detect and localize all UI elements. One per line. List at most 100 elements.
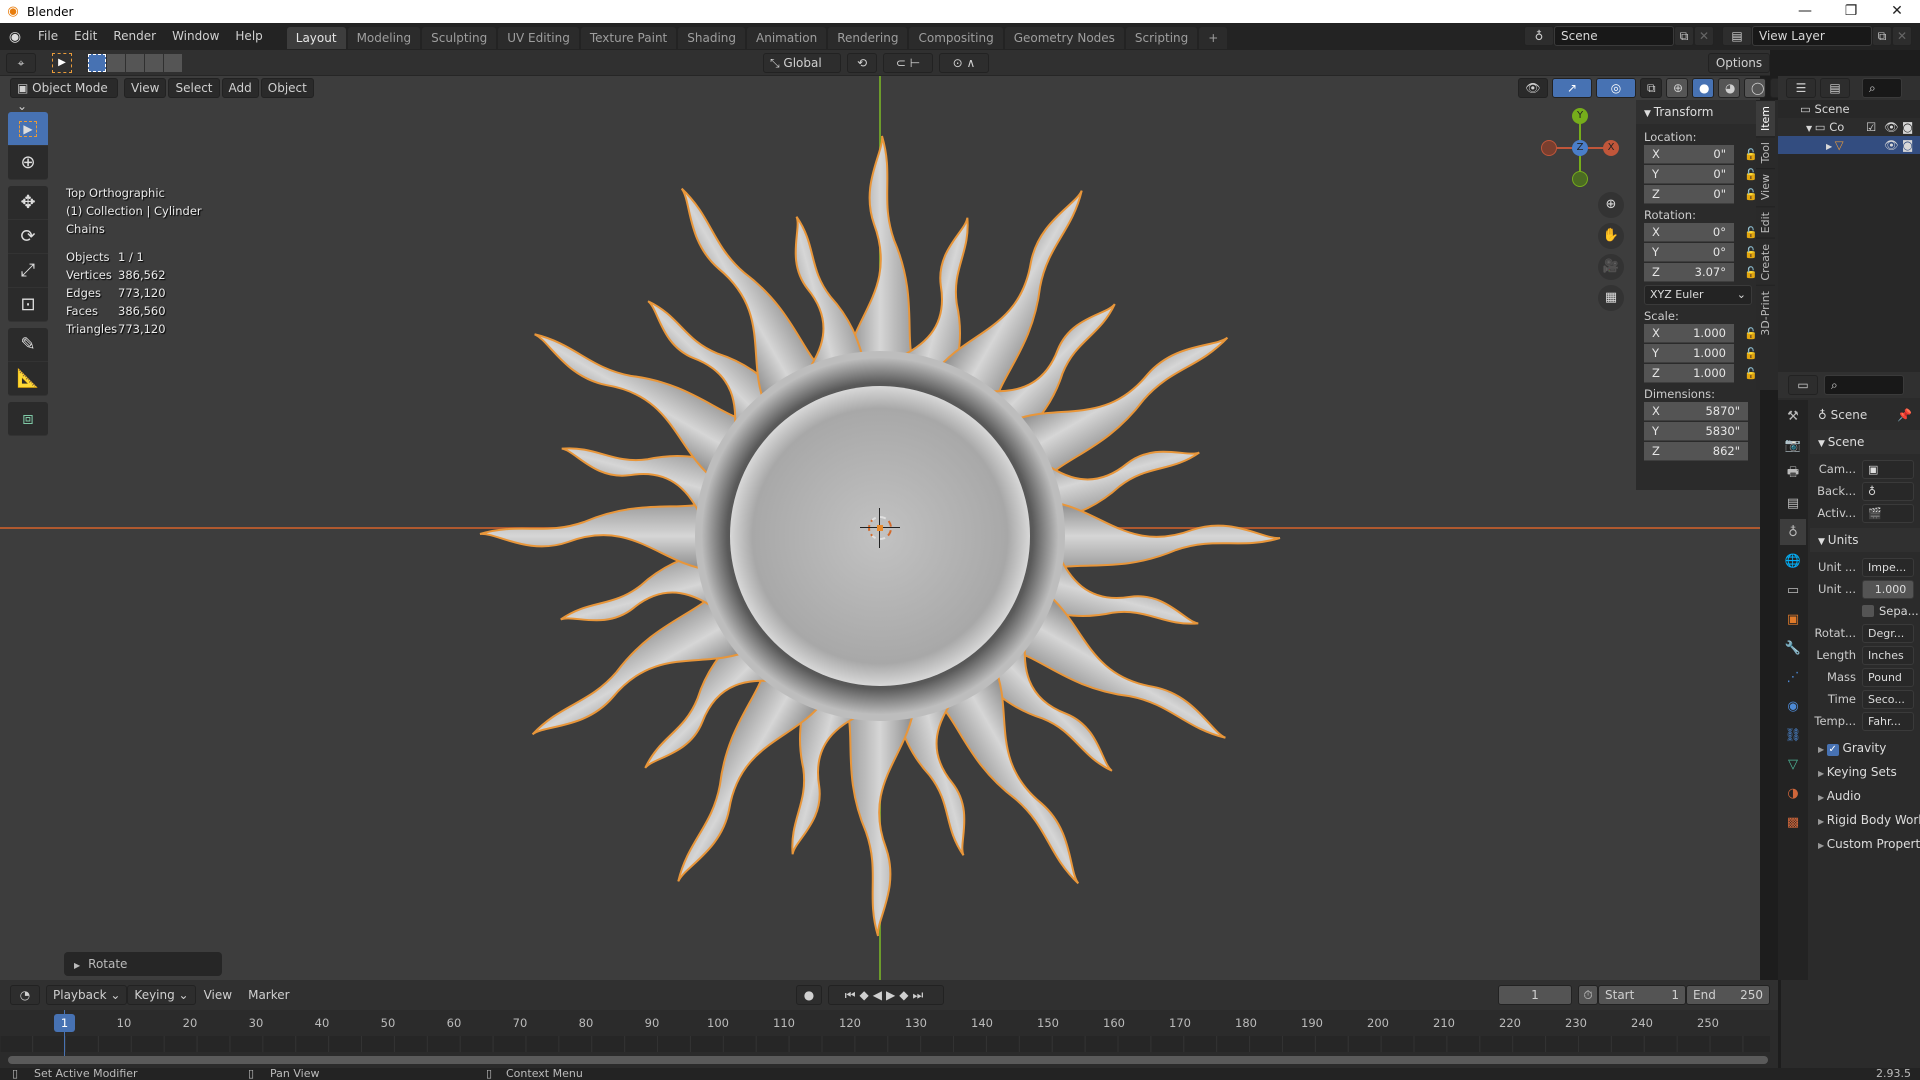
current-frame-field[interactable]: 1 (1498, 985, 1572, 1005)
last-operator-panel[interactable]: ▶ Rotate (64, 952, 222, 976)
add-cube-tool[interactable]: ⧈ (8, 402, 48, 436)
gravity-panel-header[interactable]: ▶ ✓ Gravity (1810, 736, 1920, 760)
modifier-tab-icon[interactable]: 🔧 (1780, 635, 1806, 661)
units-section-header[interactable]: ▼ Units (1810, 528, 1920, 552)
viewport-menu-object[interactable]: Object (260, 78, 314, 98)
workspace-tab-scripting[interactable]: Scripting (1125, 27, 1198, 49)
active-clip-field[interactable]: 🎬 (1862, 503, 1914, 523)
sidebar-tab-create[interactable]: Create (1756, 237, 1775, 286)
outliner-search-icon[interactable]: ⌕ (1862, 78, 1902, 98)
background-scene-field[interactable]: ♁ (1862, 481, 1914, 501)
view-layer-delete-icon[interactable]: ✕ (1892, 26, 1912, 46)
options-dropdown[interactable]: Options ⌄ (1708, 53, 1770, 88)
timeline-menu-view[interactable]: View (196, 985, 240, 1005)
location-y-field[interactable]: Y 0" (1644, 165, 1734, 184)
scene-section-header[interactable]: ▼ Scene (1810, 430, 1920, 454)
menu-file[interactable]: File (30, 23, 66, 50)
view-layer-duplicate-icon[interactable]: ⧉ (1872, 26, 1892, 46)
rotation-mode-dropdown[interactable]: XYZ Euler ⌄ (1644, 285, 1752, 305)
rotation-y-field[interactable]: Y 0° (1644, 243, 1734, 262)
gravity-checkbox[interactable]: ✓ (1826, 744, 1839, 756)
pan-hand-icon[interactable]: ✋ (1598, 223, 1624, 249)
select-box-tool[interactable]: ▶ (8, 112, 48, 146)
unit-system-dropdown[interactable]: Impe... (1862, 557, 1914, 577)
exclude-checkbox[interactable]: ☑ (1866, 118, 1876, 136)
navigation-gizmo[interactable]: Y X Z (1540, 108, 1620, 188)
scene-browse-icon[interactable]: ♁ (1524, 26, 1554, 46)
location-z-field[interactable]: Z 0" (1644, 185, 1734, 204)
select-mode-intersect-icon[interactable] (164, 54, 182, 72)
workspace-tab-sculpting[interactable]: Sculpting (422, 27, 497, 49)
visibility-eye-icon[interactable]: 👁 (1884, 118, 1899, 136)
rendered-shading-icon[interactable]: ◯ (1744, 78, 1766, 98)
gizmo-x-axis[interactable]: X (1603, 140, 1619, 156)
snap-toggle[interactable]: ⊂ ⊢ (883, 53, 933, 73)
gizmo-toggle-icon[interactable]: ↗ (1552, 78, 1592, 98)
render-tab-icon[interactable]: 📷 (1780, 432, 1806, 458)
select-box-tool-icon[interactable]: ▶ (52, 53, 72, 73)
viewport-menu-select[interactable]: Select (168, 78, 220, 98)
workspace-tab-animation[interactable]: Animation (747, 27, 827, 49)
properties-editor-type-icon[interactable]: ▭ (1788, 375, 1818, 395)
rotation-z-field[interactable]: Z 3.07° (1644, 263, 1734, 282)
scale-z-field[interactable]: Z 1.000 (1644, 364, 1734, 383)
scale-x-field[interactable]: X 1.000 (1644, 324, 1734, 343)
temperature-units-dropdown[interactable]: Fahr... (1862, 711, 1914, 731)
move-tool[interactable]: ✥ (8, 186, 48, 220)
measure-tool[interactable]: 📐 (8, 362, 48, 396)
workspace-tab-compositing[interactable]: Compositing (909, 27, 1003, 49)
close-button[interactable]: ✕ (1874, 0, 1920, 23)
timeline-menu-marker[interactable]: Marker (240, 985, 297, 1005)
zoom-icon[interactable]: ⊕ (1598, 192, 1624, 218)
editor-type-icon[interactable]: ⌖ (6, 53, 36, 73)
3d-viewport[interactable]: ▶ ⊕ ✥ ⟳ ⤢ ⊡ ✎ 📐 ⧈ Top Orthographic (1) C… (0, 76, 1760, 980)
timeline-scrollbar[interactable] (8, 1056, 1768, 1064)
next-keyframe-icon[interactable]: ◆ (899, 988, 912, 1002)
3d-cursor-icon[interactable] (860, 508, 900, 548)
transform-tool[interactable]: ⊡ (8, 288, 48, 322)
scene-name-field[interactable]: Scene (1554, 26, 1674, 46)
cursor-tool[interactable]: ⊕ (8, 146, 48, 180)
sidebar-tab-edit[interactable]: Edit (1756, 205, 1775, 238)
location-x-field[interactable]: X 0" (1644, 145, 1734, 164)
minimize-button[interactable]: — (1782, 0, 1828, 23)
play-reverse-icon[interactable]: ◀ (873, 988, 886, 1002)
pivot-point-dropdown[interactable]: ⟲ (847, 53, 877, 73)
annotate-tool[interactable]: ✎ (8, 328, 48, 362)
scale-y-field[interactable]: Y 1.000 (1644, 344, 1734, 363)
pin-icon[interactable]: 📌 (1897, 400, 1920, 430)
output-tab-icon[interactable]: 🖶 (1780, 461, 1806, 487)
orthographic-grid-icon[interactable]: ▦ (1598, 285, 1624, 311)
scene-tab-icon[interactable]: ♁ (1780, 519, 1806, 545)
time-units-dropdown[interactable]: Seco... (1862, 689, 1914, 709)
select-mode-invert-icon[interactable] (145, 54, 163, 72)
rotation-units-dropdown[interactable]: Degr... (1862, 623, 1914, 643)
play-icon[interactable]: ▶ (886, 988, 899, 1002)
rigid-body-world-panel-header[interactable]: ▶ Rigid Body Worl (1810, 808, 1920, 832)
solid-shading-icon[interactable]: ● (1692, 78, 1714, 98)
audio-panel-header[interactable]: ▶ Audio (1810, 784, 1920, 808)
material-shading-icon[interactable]: ◕ (1718, 78, 1740, 98)
restore-button[interactable]: ❐ (1828, 0, 1874, 23)
blender-menu-icon[interactable]: ◉ (0, 29, 30, 45)
use-preview-range-icon[interactable]: ⏱ (1578, 985, 1598, 1005)
xray-toggle-icon[interactable]: ⧉ (1640, 78, 1662, 98)
overlays-toggle-icon[interactable]: ◎ (1596, 78, 1636, 98)
gizmo-y-axis[interactable]: Y (1572, 108, 1588, 124)
length-units-dropdown[interactable]: Inches (1862, 645, 1914, 665)
gizmo-neg-x-axis[interactable] (1541, 140, 1557, 156)
mode-dropdown[interactable]: ▣ Object Mode ⌄ (10, 78, 118, 113)
workspace-tab-uv-editing[interactable]: UV Editing (498, 27, 579, 49)
dimensions-y-field[interactable]: Y 5830" (1644, 422, 1748, 441)
menu-help[interactable]: Help (227, 23, 270, 50)
timeline-menu-keying[interactable]: Keying ⌄ (127, 985, 196, 1005)
rotation-x-field[interactable]: X 0° (1644, 223, 1734, 242)
auto-keying-toggle-icon[interactable]: ● (796, 985, 822, 1005)
menu-edit[interactable]: Edit (66, 23, 105, 50)
timeline-editor-type-icon[interactable]: ◔ (10, 985, 40, 1005)
workspace-tab-shading[interactable]: Shading (678, 27, 745, 49)
start-frame-field[interactable]: Start 1 (1598, 985, 1686, 1005)
menu-render[interactable]: Render (105, 23, 164, 50)
timeline-menu-playback[interactable]: Playback ⌄ (46, 985, 128, 1005)
workspace-tab-modeling[interactable]: Modeling (347, 27, 421, 49)
